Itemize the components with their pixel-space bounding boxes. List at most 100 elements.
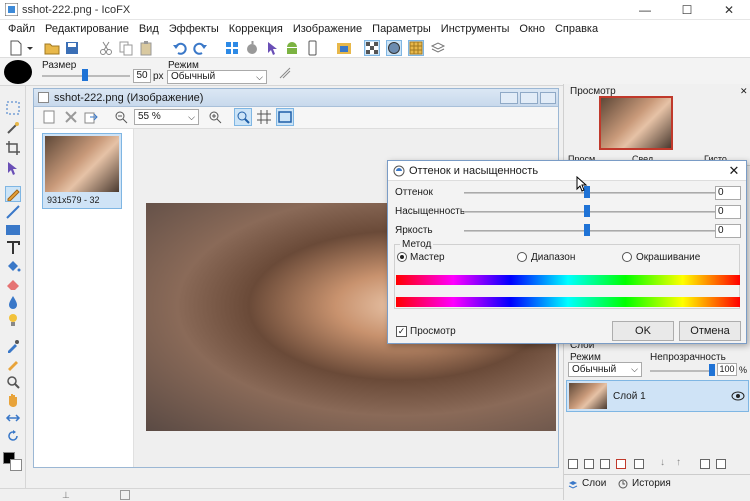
line-icon[interactable] — [5, 204, 21, 220]
doc-delete-icon[interactable] — [64, 110, 78, 124]
tab-history[interactable]: История — [632, 478, 671, 489]
new-layer-icon[interactable] — [568, 459, 578, 469]
menu-correction[interactable]: Коррекция — [225, 20, 289, 38]
layer-up-icon[interactable]: ↑ — [676, 457, 686, 469]
layers-mode-select[interactable]: Обычный ⌵ — [568, 362, 642, 377]
preview-close-icon[interactable]: ✕ — [740, 86, 750, 96]
marquee-select-icon[interactable] — [5, 100, 21, 116]
background-color[interactable] — [10, 459, 22, 471]
rotate-icon[interactable] — [5, 428, 21, 444]
doc-new-icon[interactable] — [42, 110, 56, 124]
close-window-button[interactable]: ✕ — [708, 0, 750, 20]
lightness-slider-thumb[interactable] — [584, 224, 590, 236]
mobile-icon[interactable] — [304, 40, 320, 56]
layer-down-icon[interactable]: ↓ — [660, 457, 670, 469]
text-tool-icon[interactable] — [5, 240, 21, 256]
layer-mask-icon[interactable] — [716, 459, 726, 469]
save-icon[interactable] — [64, 40, 80, 56]
open-folder-icon[interactable] — [44, 40, 60, 56]
thumbnail-item[interactable]: 931x579 - 32 — [42, 133, 122, 209]
menu-edit[interactable]: Редактирование — [41, 20, 135, 38]
menu-view[interactable]: Вид — [135, 20, 165, 38]
zoom-fit-icon[interactable] — [234, 108, 252, 126]
preview-checkbox[interactable]: ✓ — [396, 326, 407, 337]
zoom-select[interactable]: 55 % ⌵ — [134, 109, 199, 125]
grid-view-icon[interactable] — [408, 40, 424, 56]
maximize-button[interactable]: ☐ — [666, 0, 708, 20]
transparency-grid-icon[interactable] — [364, 40, 380, 56]
antialias-icon[interactable] — [278, 66, 292, 80]
blur-drop-icon[interactable] — [5, 294, 21, 310]
menu-file[interactable]: Файл — [4, 20, 41, 38]
layer-row[interactable]: Слой 1 — [566, 380, 749, 412]
saturation-input[interactable]: 0 — [715, 205, 741, 219]
method-range-radio[interactable] — [517, 252, 527, 262]
saturation-slider-thumb[interactable] — [584, 205, 590, 217]
redo-icon[interactable] — [192, 40, 208, 56]
delete-layer-icon[interactable] — [616, 459, 626, 469]
minimize-button[interactable]: — — [624, 0, 666, 20]
brush-preview[interactable] — [4, 60, 32, 84]
layer-flatten-icon[interactable] — [700, 459, 710, 469]
hue-slider[interactable] — [464, 192, 726, 194]
size-slider-thumb[interactable] — [82, 69, 88, 81]
hue-input[interactable]: 0 — [715, 186, 741, 200]
flip-icon[interactable] — [5, 410, 21, 426]
opacity-slider-thumb[interactable] — [709, 364, 715, 376]
pencil-icon[interactable] — [5, 186, 21, 202]
lightness-input[interactable]: 0 — [715, 224, 741, 238]
doc-export-icon[interactable] — [84, 110, 98, 124]
menu-image[interactable]: Изображение — [289, 20, 368, 38]
cut-icon[interactable] — [98, 40, 114, 56]
zoom-tool-icon[interactable] — [5, 374, 21, 390]
opacity-slider[interactable] — [650, 370, 712, 372]
layer-properties-icon[interactable] — [634, 459, 644, 469]
magic-wand-icon[interactable] — [5, 120, 21, 136]
eye-icon[interactable] — [731, 390, 745, 402]
ok-button[interactable]: OK — [612, 321, 674, 341]
move-icon[interactable] — [5, 160, 21, 176]
eyedropper-icon[interactable] — [5, 338, 21, 354]
doc-minimize-button[interactable] — [500, 92, 518, 104]
undo-icon[interactable] — [172, 40, 188, 56]
hand-icon[interactable] — [5, 392, 21, 408]
copy-icon[interactable] — [118, 40, 134, 56]
new-file-icon[interactable] — [8, 40, 24, 56]
paste-icon[interactable] — [138, 40, 154, 56]
mode-select[interactable]: Обычный ⌵ — [167, 70, 267, 84]
saturation-slider[interactable] — [464, 211, 726, 213]
fill-bucket-icon[interactable] — [5, 258, 21, 274]
zoom-out-icon[interactable] — [114, 110, 128, 124]
rectangle-icon[interactable] — [5, 222, 21, 238]
method-master-radio[interactable] — [397, 252, 407, 262]
eraser-icon[interactable] — [5, 276, 21, 292]
size-input[interactable]: 50 — [133, 69, 151, 83]
grid-icon[interactable] — [256, 109, 272, 125]
brush-icon[interactable] — [5, 356, 21, 372]
duplicate-layer-icon[interactable] — [584, 459, 594, 469]
opacity-input[interactable]: 100 — [717, 363, 737, 376]
windows-icon[interactable] — [224, 40, 240, 56]
color-wheel-icon[interactable] — [386, 40, 402, 56]
method-colorize-radio[interactable] — [622, 252, 632, 262]
new-dropdown-icon[interactable] — [26, 40, 42, 56]
cancel-button[interactable]: Отмена — [679, 321, 741, 341]
merge-layer-icon[interactable] — [600, 459, 610, 469]
tab-layers[interactable]: Слои — [582, 478, 606, 489]
doc-restore-button[interactable] — [520, 92, 538, 104]
android-icon[interactable] — [284, 40, 300, 56]
bulb-icon[interactable] — [5, 312, 21, 328]
apple-icon[interactable] — [244, 40, 260, 56]
fullscreen-icon[interactable] — [276, 108, 294, 126]
dialog-close-button[interactable]: ✕ — [726, 163, 742, 179]
menu-options[interactable]: Параметры — [368, 20, 437, 38]
menu-help[interactable]: Справка — [551, 20, 604, 38]
lightness-slider[interactable] — [464, 230, 726, 232]
layers-toggle-icon[interactable] — [430, 40, 446, 56]
resources-icon[interactable] — [336, 40, 352, 56]
menu-window[interactable]: Окно — [515, 20, 551, 38]
zoom-in-icon[interactable] — [208, 110, 222, 124]
crop-icon[interactable] — [5, 140, 21, 156]
menu-effects[interactable]: Эффекты — [165, 20, 225, 38]
doc-close-button[interactable] — [540, 92, 556, 104]
